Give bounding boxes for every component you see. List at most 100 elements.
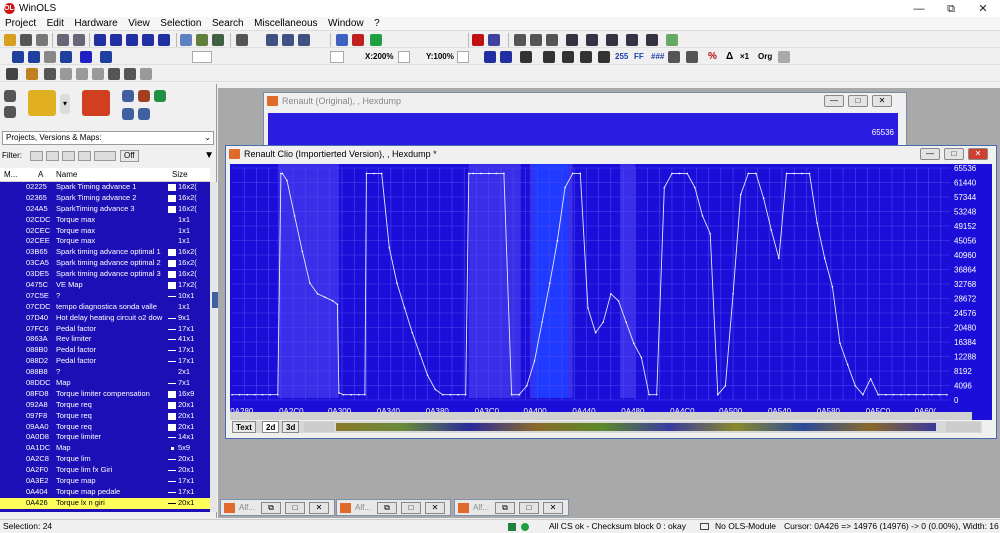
- map-list-row[interactable]: 02CDC Torque max 1x1: [0, 215, 210, 226]
- percent-button[interactable]: %: [708, 51, 717, 63]
- find-icon[interactable]: [196, 34, 208, 46]
- minimized-window-3[interactable]: Alf... ⧉ □ ✕: [454, 499, 569, 516]
- hexdump-2d-chart[interactable]: 6553661440573445324849152450564096036864…: [230, 164, 992, 420]
- mini-2-restore-button[interactable]: ⧉: [377, 502, 397, 514]
- list-scrollbar[interactable]: [210, 182, 217, 512]
- x1-button[interactable]: ×1: [740, 51, 749, 63]
- web-icon[interactable]: [154, 90, 166, 102]
- front-close-button[interactable]: ✕: [968, 148, 988, 160]
- hex-button[interactable]: 255: [615, 51, 628, 63]
- hex-view2-icon[interactable]: [500, 51, 512, 63]
- bookmark-icon[interactable]: [488, 34, 500, 46]
- front-maximize-button[interactable]: □: [944, 148, 964, 160]
- zoom-x[interactable]: X:200%: [365, 51, 393, 63]
- map-list-row[interactable]: 07FC6 Pedal factor 17x1: [0, 324, 210, 335]
- map-list-row[interactable]: 02CEC Torque max 1x1: [0, 226, 210, 237]
- tool-d-icon[interactable]: [92, 68, 104, 80]
- mini-2-max-button[interactable]: □: [401, 502, 421, 514]
- last-icon[interactable]: [158, 34, 170, 46]
- col-name[interactable]: Name: [56, 168, 77, 182]
- checksum-icon[interactable]: [212, 34, 224, 46]
- tab-3d[interactable]: 3d: [282, 421, 300, 433]
- front-minimize-button[interactable]: —: [920, 148, 940, 160]
- minimized-window-1[interactable]: Alf... ⧉ □ ✕: [220, 499, 335, 516]
- map-list-row[interactable]: 02225 Spark Timing advance 1 16x2(: [0, 182, 210, 193]
- zoom-y-spin[interactable]: [457, 51, 469, 63]
- filter-e-icon[interactable]: [94, 151, 116, 161]
- map-list-row[interactable]: 0A2F0 Torque lim fx Giri 20x1: [0, 465, 210, 476]
- menu-search[interactable]: Search: [212, 17, 244, 30]
- window-icon[interactable]: [57, 34, 69, 46]
- home-icon[interactable]: [266, 34, 278, 46]
- map-list-row[interactable]: 088B0 Pedal factor 17x1: [0, 345, 210, 356]
- grid-icon[interactable]: [73, 34, 85, 46]
- view-d-icon[interactable]: [60, 51, 72, 63]
- map-list-row[interactable]: 0A0D8 Torque limiter 14x1: [0, 432, 210, 443]
- map-list-row[interactable]: 0A404 Torque map pedale 17x1: [0, 487, 210, 498]
- project-dropdown[interactable]: Projects, Versions & Maps: ⌄: [2, 131, 214, 145]
- map-list-row[interactable]: 024A5 SparkTiming advance 3 16x2(: [0, 204, 210, 215]
- dropdown-arrow-icon[interactable]: ▾: [60, 94, 70, 114]
- filter-c-icon[interactable]: [62, 151, 75, 161]
- col-size[interactable]: Size: [172, 168, 188, 182]
- ff-button[interactable]: FF: [634, 51, 644, 63]
- map-list-row[interactable]: 092A8 Torque req 20x1: [0, 400, 210, 411]
- filter-dropdown-icon[interactable]: ▼: [204, 149, 214, 163]
- map-list-row[interactable]: 0475C VE Map 17x2(: [0, 280, 210, 291]
- cut-icon[interactable]: [514, 34, 526, 46]
- mini-1-max-button[interactable]: □: [285, 502, 305, 514]
- first-icon[interactable]: [94, 34, 106, 46]
- col3-icon[interactable]: [562, 51, 574, 63]
- maximize-button[interactable]: ⧉: [940, 2, 962, 16]
- hex-view-icon[interactable]: [484, 51, 496, 63]
- new-icon[interactable]: [4, 90, 16, 102]
- map-list-row[interactable]: 03B65 Spark timing advance optimal 1 16x2(: [0, 247, 210, 258]
- tool-c-icon[interactable]: [76, 68, 88, 80]
- lohi-icon[interactable]: [668, 51, 680, 63]
- filter-d-icon[interactable]: [78, 151, 91, 161]
- col-addr[interactable]: A: [38, 168, 43, 182]
- map-list-row[interactable]: 097F8 Torque req 20x1: [0, 411, 210, 422]
- mini-1-close-button[interactable]: ✕: [309, 502, 329, 514]
- filter-a-icon[interactable]: [30, 151, 43, 161]
- minimize-button[interactable]: —: [908, 2, 930, 16]
- back-icon[interactable]: [122, 108, 134, 120]
- view-v-icon[interactable]: [352, 34, 364, 46]
- tool-e-icon[interactable]: [108, 68, 120, 80]
- tab-text[interactable]: Text: [232, 421, 256, 433]
- list-view-icon[interactable]: [180, 34, 192, 46]
- back-close-button[interactable]: ✕: [872, 95, 892, 107]
- delta-button[interactable]: Δ: [726, 51, 733, 63]
- menu-hardware[interactable]: Hardware: [74, 17, 117, 30]
- print-icon[interactable]: [36, 34, 48, 46]
- view-f-icon[interactable]: [370, 34, 382, 46]
- minimized-window-2[interactable]: Alf... ⧉ □ ✕: [336, 499, 451, 516]
- paste-icon[interactable]: [546, 34, 558, 46]
- copy-icon[interactable]: [530, 34, 542, 46]
- question-icon[interactable]: [472, 34, 484, 46]
- map-list-row[interactable]: 08DDC Map 7x1: [0, 378, 210, 389]
- mode3-icon[interactable]: [606, 34, 618, 46]
- view-t-icon[interactable]: [336, 34, 348, 46]
- mode2-icon[interactable]: [586, 34, 598, 46]
- mini-3-max-button[interactable]: □: [519, 502, 539, 514]
- menu-view[interactable]: View: [128, 17, 150, 30]
- menu-selection[interactable]: Selection: [160, 17, 201, 30]
- save-small-icon[interactable]: [4, 106, 16, 118]
- home2-icon[interactable]: [282, 34, 294, 46]
- filter-off-button[interactable]: Off: [120, 150, 139, 162]
- forward-icon[interactable]: [298, 34, 310, 46]
- map-list-row[interactable]: 0A3E2 Torque map 17x1: [0, 476, 210, 487]
- view-f-icon-2[interactable]: [100, 51, 112, 63]
- zoom-y[interactable]: Y:100%: [426, 51, 454, 63]
- mode5-icon[interactable]: [646, 34, 658, 46]
- menu-miscellaneous[interactable]: Miscellaneous: [254, 17, 317, 30]
- back-minimize-button[interactable]: —: [824, 95, 844, 107]
- mini-3-restore-button[interactable]: ⧉: [495, 502, 515, 514]
- menu-project[interactable]: Project: [5, 17, 36, 30]
- map-list-row[interactable]: 088D2 Pedal factor 17x1: [0, 356, 210, 367]
- tab-2d[interactable]: 2d: [262, 421, 280, 433]
- map-list-row[interactable]: 0A2C8 Torque lim 20x1: [0, 454, 210, 465]
- col4-icon[interactable]: [580, 51, 592, 63]
- link-icon[interactable]: [6, 68, 18, 80]
